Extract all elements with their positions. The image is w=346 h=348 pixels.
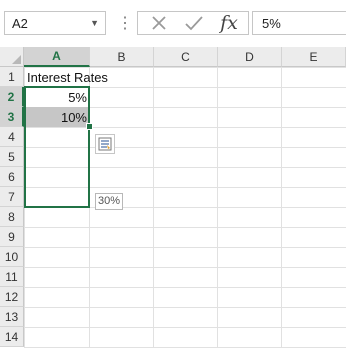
row-header-6[interactable]: 6 — [0, 167, 24, 187]
worksheet-grid: A B C D E 1 2 3 4 5 6 7 8 9 10 11 12 13 … — [0, 47, 346, 348]
select-all-button[interactable] — [0, 47, 24, 67]
row-header-1[interactable]: 1 — [0, 67, 24, 87]
column-header-b[interactable]: B — [90, 47, 154, 67]
fill-handle[interactable] — [86, 123, 93, 130]
row-header-13[interactable]: 13 — [0, 307, 24, 327]
row-header-10[interactable]: 10 — [0, 247, 24, 267]
formula-bar-area: A2 ▼ ⋮ fx 5% — [0, 0, 346, 44]
more-options-icon[interactable]: ⋮ — [117, 13, 133, 33]
cell-a1[interactable]: Interest Rates — [25, 67, 155, 87]
column-header-a[interactable]: A — [24, 47, 90, 67]
row-header-7[interactable]: 7 — [0, 187, 24, 207]
check-icon[interactable] — [179, 12, 209, 34]
row-header-9[interactable]: 9 — [0, 227, 24, 247]
chevron-down-icon[interactable]: ▼ — [90, 18, 99, 28]
row-header-4[interactable]: 4 — [0, 127, 24, 147]
row-header-14[interactable]: 14 — [0, 327, 24, 347]
row-header-2[interactable]: 2 — [0, 87, 24, 107]
quick-analysis-icon[interactable] — [95, 134, 115, 154]
fill-preview-tooltip: 30% — [95, 193, 124, 210]
row-header-12[interactable]: 12 — [0, 287, 24, 307]
insert-function-button[interactable]: fx — [214, 12, 244, 34]
formula-buttons: fx — [137, 11, 249, 35]
row-header-3[interactable]: 3 — [0, 107, 24, 127]
name-box-value: A2 — [12, 16, 28, 31]
row-header-11[interactable]: 11 — [0, 267, 24, 287]
fx-icon: fx — [220, 12, 238, 34]
row-header-5[interactable]: 5 — [0, 147, 24, 167]
formula-input[interactable]: 5% — [252, 11, 346, 35]
column-header-d[interactable]: D — [218, 47, 282, 67]
close-icon[interactable] — [144, 12, 174, 34]
row-header-8[interactable]: 8 — [0, 207, 24, 227]
column-header-e[interactable]: E — [282, 47, 346, 67]
name-box[interactable]: A2 ▼ — [4, 11, 106, 35]
selection-range — [24, 86, 90, 208]
column-header-c[interactable]: C — [154, 47, 218, 67]
formula-value: 5% — [262, 16, 281, 31]
